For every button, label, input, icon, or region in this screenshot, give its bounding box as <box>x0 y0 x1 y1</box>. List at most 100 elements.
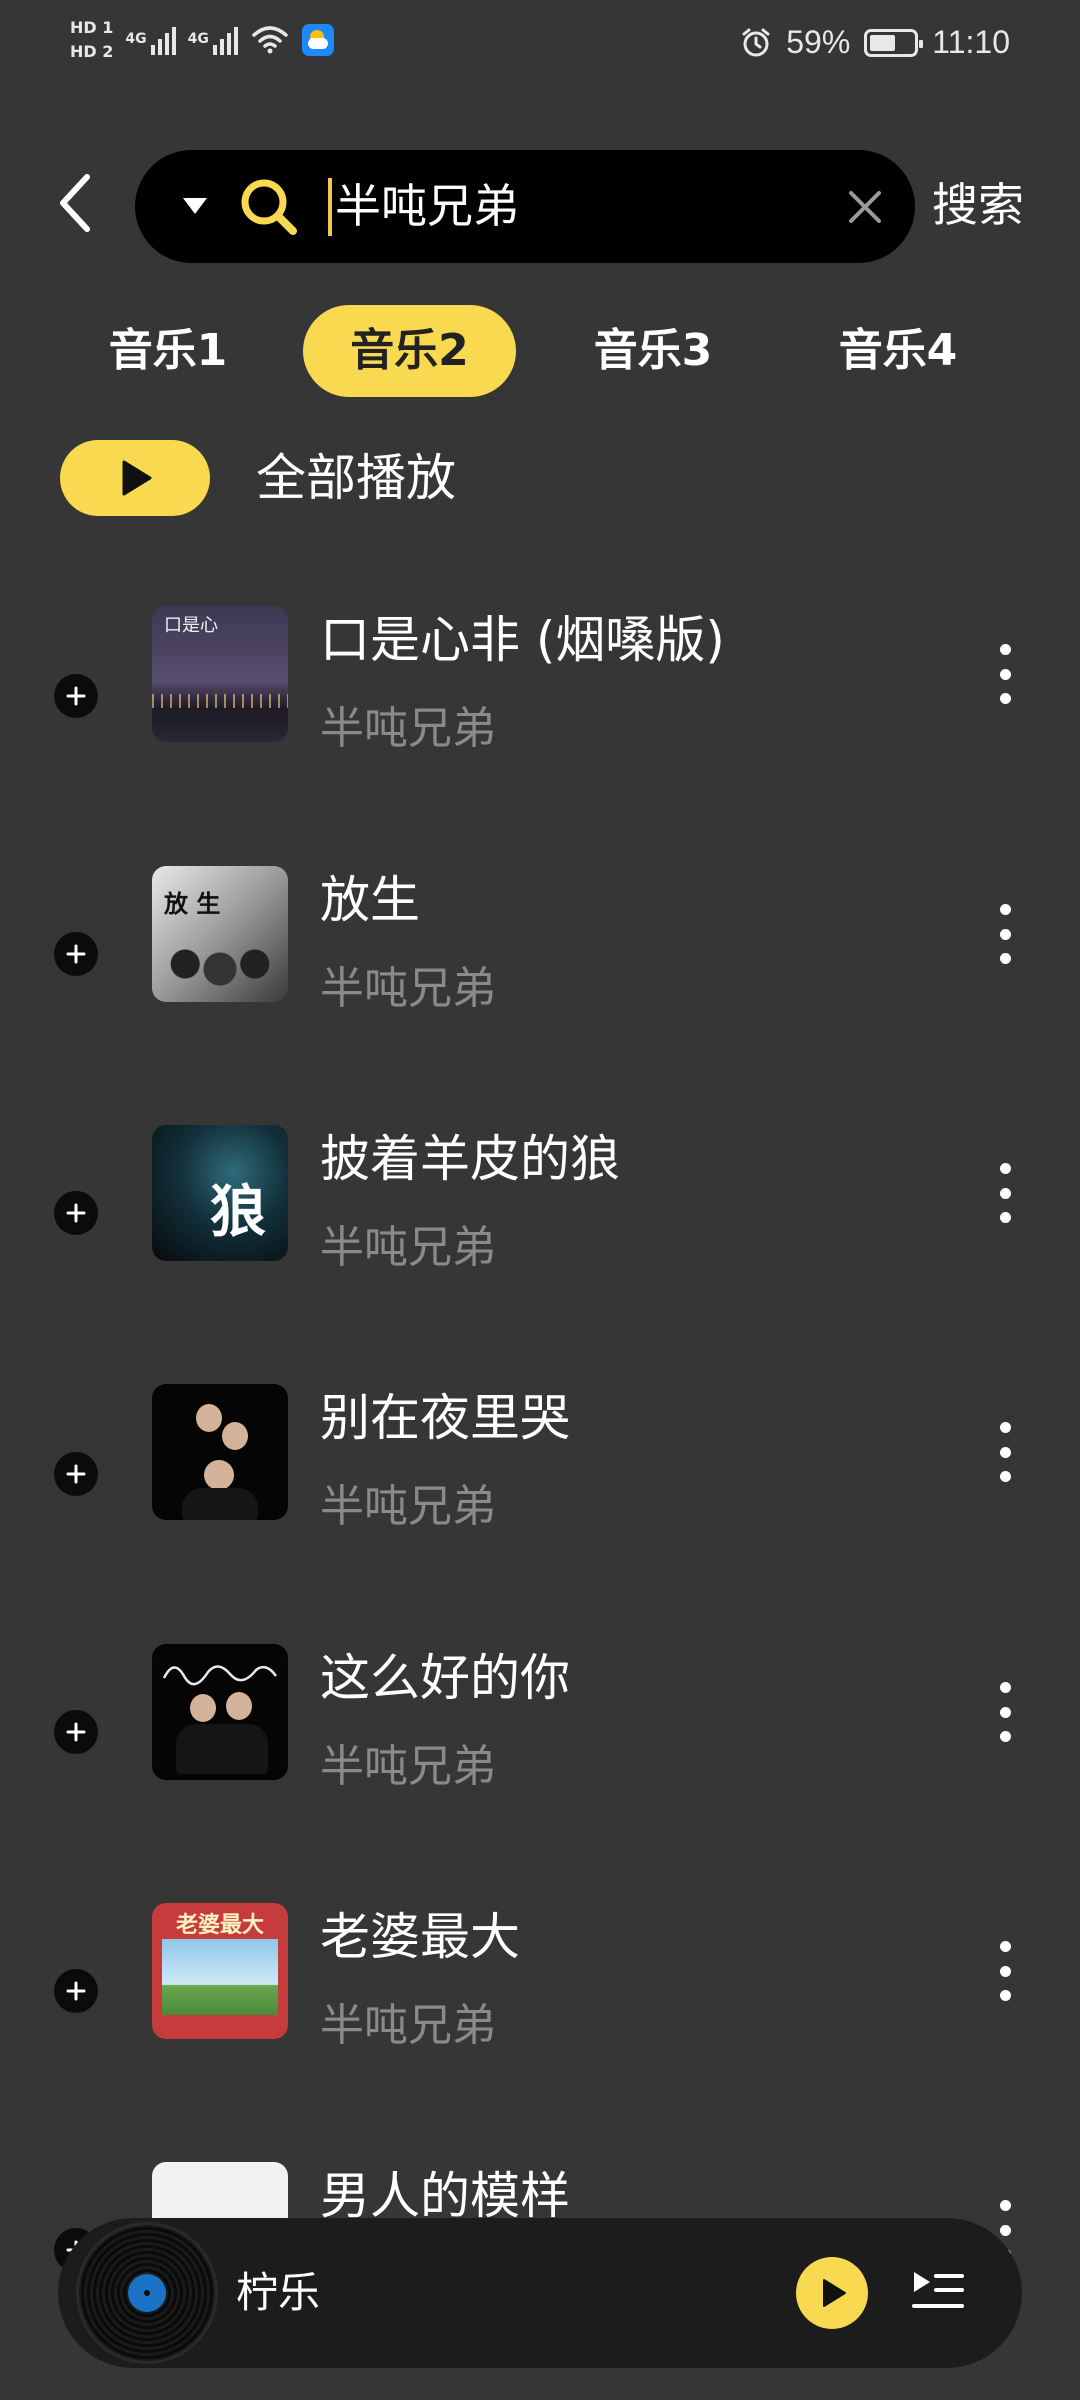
plus-icon <box>66 1981 86 2001</box>
plus-icon <box>66 944 86 964</box>
song-title: 披着羊皮的狼 <box>320 1130 620 1188</box>
player-play-button[interactable] <box>796 2257 868 2329</box>
song-row[interactable]: 口是心 口是心非 (烟嗓版) 半吨兄弟 <box>0 600 1080 800</box>
song-artist: 半吨兄弟 <box>320 2000 496 2051</box>
status-right: 59% 11:10 <box>740 24 1010 61</box>
playlist-queue-button[interactable] <box>910 2266 966 2320</box>
clear-search-button[interactable] <box>843 185 887 229</box>
more-options-button[interactable] <box>990 644 1020 704</box>
plus-icon <box>66 1203 86 1223</box>
city-lights <box>152 694 288 708</box>
more-options-button[interactable] <box>990 1941 1020 2001</box>
clock: 11:10 <box>932 24 1010 60</box>
more-options-button[interactable] <box>990 904 1020 964</box>
cover-text: 老婆最大 <box>175 1913 264 1938</box>
play-queue-icon <box>912 2272 964 2308</box>
now-playing-title[interactable]: 柠乐 <box>236 2218 320 2368</box>
mini-player[interactable]: 柠乐 <box>58 2218 1022 2368</box>
plus-icon <box>66 1464 86 1484</box>
more-options-button[interactable] <box>990 1422 1020 1482</box>
more-options-button[interactable] <box>990 1682 1020 1742</box>
song-artist: 半吨兄弟 <box>320 1481 496 1532</box>
cover-face <box>222 1422 248 1450</box>
battery-tip <box>919 39 924 48</box>
network-type-2: 4G <box>187 31 209 47</box>
alarm-icon <box>742 28 770 56</box>
sim-indicators: HD 1 HD 2 <box>70 18 113 62</box>
tab-music-1[interactable]: 音乐1 <box>78 305 258 397</box>
cover-figures <box>162 944 278 994</box>
search-bar[interactable] <box>135 150 915 263</box>
add-to-playlist-button[interactable] <box>54 1191 98 1235</box>
song-artist: 半吨兄弟 <box>320 1222 496 1273</box>
sim2-label: HD 2 <box>70 42 114 61</box>
weather-app-icon <box>301 24 334 56</box>
song-title: 口是心非 (烟嗓版) <box>320 611 725 669</box>
plus-icon <box>66 686 86 706</box>
battery-icon <box>864 28 924 57</box>
song-row[interactable]: 别在夜里哭 半吨兄弟 <box>0 1378 1080 1578</box>
add-to-playlist-button[interactable] <box>54 932 98 976</box>
vinyl-disc-icon[interactable] <box>76 2222 218 2364</box>
triangle-down-icon <box>183 198 207 214</box>
tab-music-4[interactable]: 音乐4 <box>808 305 988 397</box>
chevron-left-icon <box>60 174 90 232</box>
song-title: 老婆最大 <box>320 1908 520 1966</box>
battery-percent: 59% <box>786 24 851 60</box>
back-button[interactable] <box>50 168 100 238</box>
cover-face <box>190 1694 216 1722</box>
play-icon <box>823 2279 846 2307</box>
cover-signature <box>162 1665 278 1686</box>
cover-face <box>226 1692 252 1720</box>
song-row[interactable]: 老婆最大 老婆最大 半吨兄弟 <box>0 1897 1080 2097</box>
battery-fill <box>870 34 896 51</box>
song-row[interactable]: 这么好的你 半吨兄弟 <box>0 1638 1080 1838</box>
album-cover: 狼 <box>152 1125 288 1261</box>
song-artist: 半吨兄弟 <box>320 963 496 1014</box>
add-to-playlist-button[interactable] <box>54 1969 98 2013</box>
tab-music-2[interactable]: 音乐2 <box>303 305 516 397</box>
signal-bars-icon <box>212 25 238 55</box>
wifi-icon <box>252 26 288 54</box>
play-all-button[interactable] <box>60 440 210 516</box>
search-type-dropdown[interactable] <box>180 190 210 224</box>
cover-text: 狼 <box>210 1180 266 1245</box>
cover-face <box>204 1460 234 1490</box>
song-artist: 半吨兄弟 <box>320 703 496 754</box>
signal-2: 4G <box>188 25 238 55</box>
album-cover: 老婆最大 <box>152 1903 288 2039</box>
status-bar: HD 1 HD 2 4G 4G 59% 11:10 <box>0 0 1080 95</box>
search-icon <box>241 179 297 235</box>
cover-text: 放 生 <box>164 890 221 918</box>
signal-1: 4G <box>125 25 176 55</box>
album-cover: 口是心 <box>152 606 288 742</box>
cover-face <box>196 1404 222 1432</box>
song-artist: 半吨兄弟 <box>320 1741 496 1792</box>
more-options-button[interactable] <box>990 1163 1020 1223</box>
song-title: 别在夜里哭 <box>320 1389 570 1447</box>
song-row[interactable]: 狼 披着羊皮的狼 半吨兄弟 <box>0 1119 1080 1319</box>
cover-body <box>182 1488 258 1520</box>
status-left: HD 1 HD 2 4G 4G <box>70 18 334 62</box>
song-title: 这么好的你 <box>320 1649 570 1707</box>
add-to-playlist-button[interactable] <box>54 1452 98 1496</box>
search-input[interactable] <box>335 150 755 263</box>
network-type-1: 4G <box>125 31 147 47</box>
album-cover <box>152 1644 288 1780</box>
category-tabs: 音乐1 音乐2 音乐3 音乐4 <box>0 305 1080 397</box>
cover-body <box>176 1724 268 1774</box>
add-to-playlist-button[interactable] <box>54 1710 98 1754</box>
add-to-playlist-button[interactable] <box>54 674 98 718</box>
plus-icon <box>66 1722 86 1742</box>
song-row[interactable]: 放 生 放生 半吨兄弟 <box>0 860 1080 1060</box>
sim1-label: HD 1 <box>70 18 114 37</box>
cover-scene <box>162 1939 278 2015</box>
disc-label <box>128 2274 166 2312</box>
play-all-label[interactable]: 全部播放 <box>256 440 456 516</box>
close-icon <box>849 191 881 223</box>
song-title: 放生 <box>320 871 420 929</box>
search-button[interactable]: 搜索 <box>932 170 1024 240</box>
tab-music-3[interactable]: 音乐3 <box>563 305 743 397</box>
cover-text: 口是心 <box>164 615 218 636</box>
text-cursor <box>328 178 332 236</box>
